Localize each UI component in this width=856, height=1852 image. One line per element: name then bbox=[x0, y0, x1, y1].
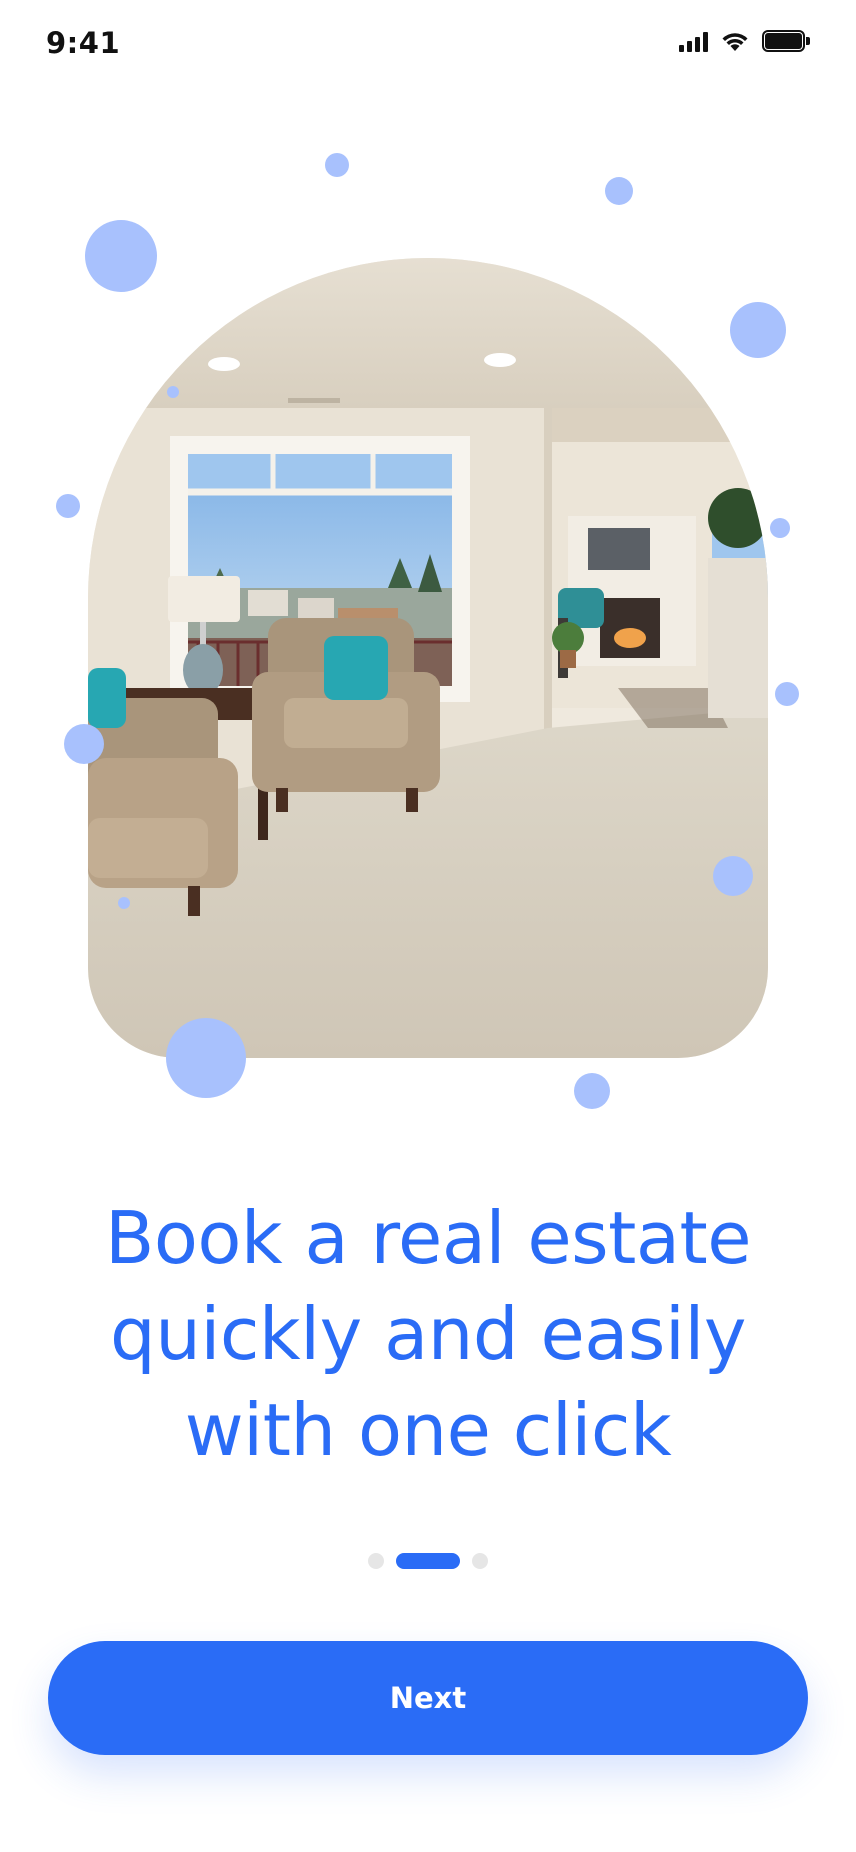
decorative-bubble bbox=[713, 856, 753, 896]
decorative-bubble bbox=[85, 220, 157, 292]
status-time: 9:41 bbox=[46, 26, 121, 60]
next-button[interactable]: Next bbox=[48, 1641, 808, 1755]
onboarding-title: Book a real estate quickly and easily wi… bbox=[60, 1190, 796, 1478]
decorative-bubble bbox=[167, 386, 179, 398]
decorative-bubble bbox=[775, 682, 799, 706]
living-room-photo bbox=[88, 258, 768, 1058]
wifi-icon bbox=[722, 33, 748, 51]
page-dot[interactable] bbox=[368, 1553, 384, 1569]
decorative-bubble bbox=[770, 518, 790, 538]
page-dot[interactable] bbox=[472, 1553, 488, 1569]
decorative-bubble bbox=[118, 897, 130, 909]
cellular-signal-icon bbox=[679, 30, 708, 52]
decorative-bubble bbox=[166, 1018, 246, 1098]
status-bar: 9:41 bbox=[0, 0, 856, 90]
decorative-bubble bbox=[605, 177, 633, 205]
decorative-bubble bbox=[56, 494, 80, 518]
title-line: with one click bbox=[184, 1388, 672, 1472]
decorative-bubble bbox=[325, 153, 349, 177]
battery-icon bbox=[762, 30, 810, 52]
status-icons bbox=[679, 30, 810, 52]
decorative-bubble bbox=[730, 302, 786, 358]
title-line: quickly and easily bbox=[109, 1292, 747, 1376]
page-dot-active[interactable] bbox=[396, 1553, 460, 1569]
title-line: Book a real estate bbox=[104, 1196, 752, 1280]
decorative-bubble bbox=[64, 724, 104, 764]
decorative-bubble bbox=[574, 1073, 610, 1109]
page-indicator bbox=[0, 1553, 856, 1569]
